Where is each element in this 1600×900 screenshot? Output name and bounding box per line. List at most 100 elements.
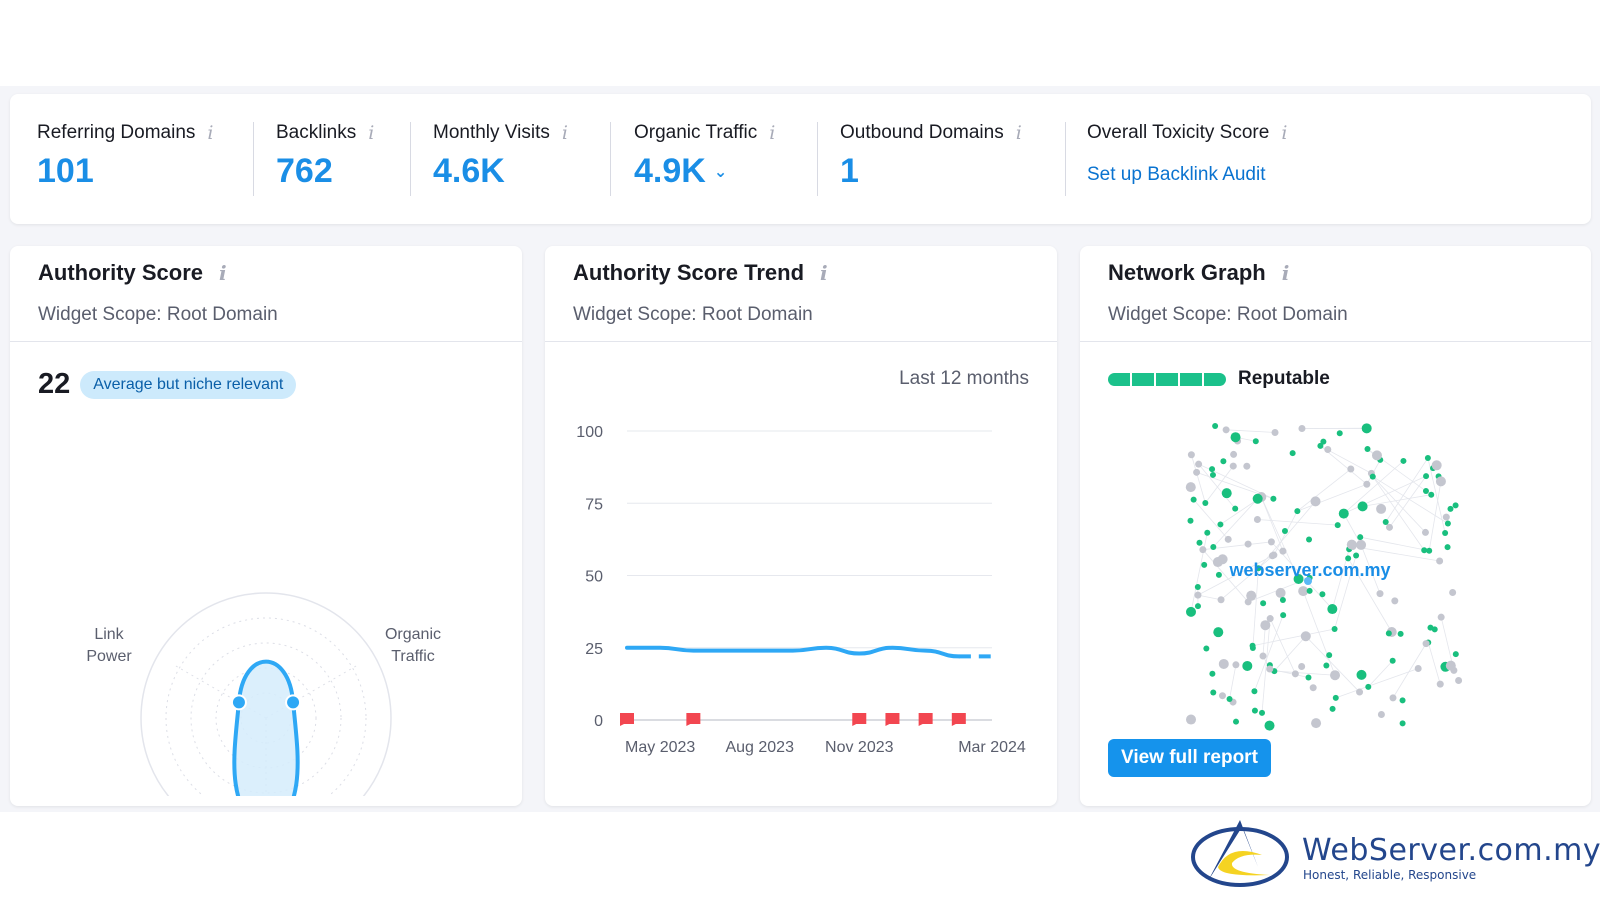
network-node: [1279, 547, 1287, 555]
organic-traffic-dropdown[interactable]: 4.9K ⌄: [634, 152, 775, 191]
reputation-segment: [1180, 372, 1202, 386]
network-node: [1218, 692, 1226, 700]
network-node: [1226, 695, 1233, 702]
network-node: [1220, 458, 1227, 465]
network-node: [1323, 662, 1330, 669]
network-node: [1222, 426, 1230, 434]
page: Referring Domains i 101 Backlinks i 762 Mo…: [0, 0, 1600, 900]
widget-header: Network Graph i Widget Scope: Root Domain: [1080, 246, 1591, 342]
info-icon[interactable]: i: [1281, 122, 1287, 144]
event-flag-icon[interactable]: [918, 713, 933, 726]
stat-value[interactable]: 762: [276, 152, 374, 191]
network-graph[interactable]: webserver.com.my: [1180, 416, 1480, 756]
network-node: [1186, 714, 1197, 725]
period-selector[interactable]: Last 12 months: [899, 368, 1029, 390]
network-node: [1230, 450, 1238, 458]
reputation-segment: [1108, 372, 1130, 386]
network-node: [1421, 528, 1429, 536]
info-icon[interactable]: i: [368, 122, 374, 144]
setup-backlink-audit-link[interactable]: Set up Backlink Audit: [1087, 164, 1287, 186]
network-node: [1376, 503, 1387, 514]
event-flag-icon[interactable]: [951, 713, 966, 726]
network-edge: [1229, 664, 1237, 700]
radar-point-link-power[interactable]: [230, 694, 247, 711]
stat-label: Monthly Visits: [433, 122, 550, 143]
network-node: [1279, 596, 1286, 603]
network-node: [1357, 501, 1368, 512]
network-node: [1334, 522, 1341, 529]
info-icon[interactable]: i: [769, 122, 775, 144]
network-node: [1229, 462, 1237, 470]
network-node: [1294, 508, 1301, 515]
network-node: [1271, 428, 1279, 436]
chevron-down-icon[interactable]: ⌄: [714, 162, 727, 182]
network-node: [1209, 670, 1216, 677]
network-node: [1347, 465, 1355, 473]
network-node: [1437, 613, 1445, 621]
network-node: [1242, 660, 1253, 671]
info-icon[interactable]: i: [820, 261, 828, 285]
network-node: [1185, 482, 1196, 493]
network-node: [1369, 473, 1376, 480]
stat-value[interactable]: 4.6K: [433, 152, 568, 191]
stat-label: Organic Traffic: [634, 122, 758, 143]
network-node: [1422, 488, 1429, 495]
score-badge: Average but niche relevant: [80, 370, 297, 399]
info-icon[interactable]: i: [562, 122, 568, 144]
network-node: [1444, 544, 1451, 551]
network-node: [1201, 561, 1208, 568]
info-icon[interactable]: i: [219, 261, 227, 285]
network-node: [1204, 529, 1211, 536]
stat-backlinks: Backlinks i 762: [276, 122, 374, 196]
network-node: [1298, 662, 1306, 670]
info-icon[interactable]: i: [207, 122, 213, 144]
event-flag-icon[interactable]: [852, 713, 867, 726]
divider: [1065, 122, 1066, 196]
network-node: [1260, 600, 1267, 607]
network-node: [1193, 468, 1201, 476]
event-flag-icon[interactable]: [620, 713, 634, 726]
network-node: [1327, 604, 1338, 615]
network-node: [1391, 597, 1399, 605]
network-node: [1224, 535, 1232, 543]
authority-trend-widget: Authority Score Trend i Widget Scope: Roo…: [545, 246, 1057, 806]
network-edge: [1269, 618, 1296, 674]
info-icon[interactable]: i: [1016, 122, 1022, 144]
event-flag-icon[interactable]: [686, 713, 701, 726]
network-edge: [1297, 468, 1352, 512]
network-node: [1306, 536, 1313, 543]
network-node: [1266, 615, 1274, 623]
network-node: [1305, 674, 1312, 681]
network-node: [1270, 495, 1277, 502]
network-node: [1244, 540, 1252, 548]
stat-referring-domains: Referring Domains i 101: [37, 122, 213, 196]
reputation-segment: [1156, 372, 1178, 386]
stat-value[interactable]: 101: [37, 152, 213, 191]
network-node: [1436, 680, 1444, 688]
network-node: [1232, 661, 1240, 669]
network-edge: [1197, 594, 1222, 601]
stat-value[interactable]: 1: [840, 152, 1022, 191]
network-node: [1232, 505, 1239, 512]
network-node: [1331, 626, 1338, 633]
network-node: [1361, 423, 1372, 434]
network-edge: [1297, 483, 1367, 512]
network-node: [1300, 631, 1311, 642]
radar-shape: [232, 659, 300, 796]
reputation-label: Reputable: [1238, 368, 1330, 389]
view-full-report-button[interactable]: View full report: [1108, 739, 1271, 777]
info-icon[interactable]: i: [1282, 261, 1290, 285]
authority-radar-chart: Link Power Organic Traffic Natural Profi…: [86, 592, 441, 796]
widget-scope: Widget Scope: Root Domain: [1108, 304, 1348, 325]
radar-point-organic-traffic[interactable]: [285, 694, 302, 711]
network-node: [1332, 694, 1339, 701]
x-tick-label: May 2023: [625, 739, 695, 756]
network-node: [1399, 697, 1406, 704]
network-node: [1424, 455, 1431, 462]
event-flag-icon[interactable]: [885, 713, 900, 726]
reputation-segment: [1204, 372, 1226, 386]
network-node: [1444, 520, 1451, 527]
network-node: [1436, 557, 1444, 565]
widget-title: Authority Score Trend: [573, 260, 805, 285]
network-node: [1246, 590, 1257, 601]
